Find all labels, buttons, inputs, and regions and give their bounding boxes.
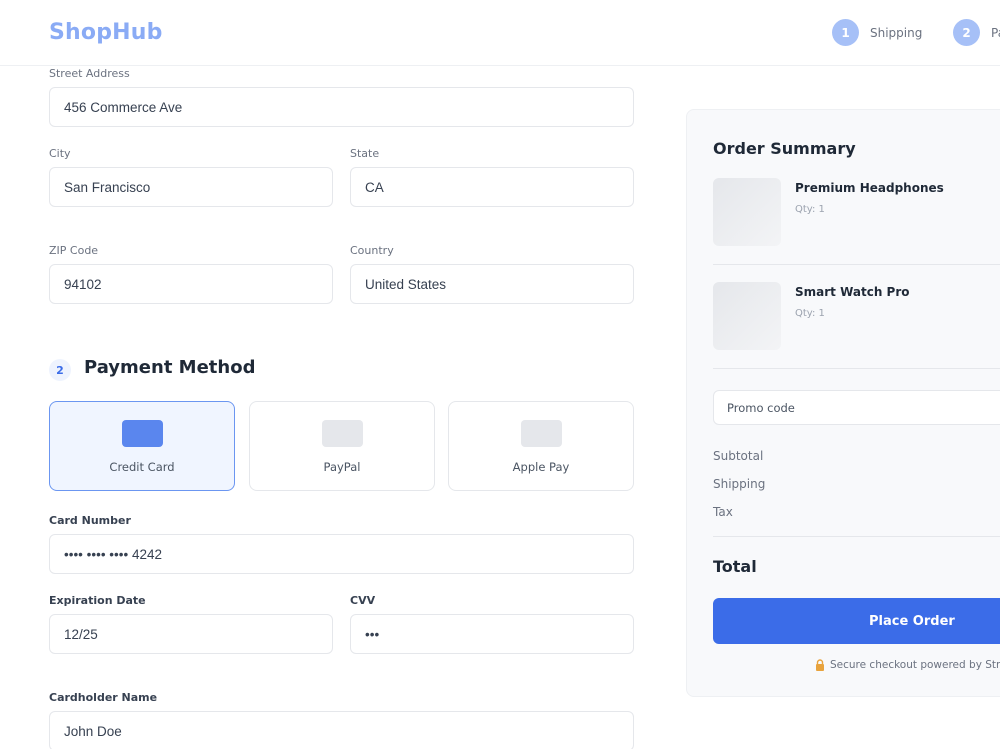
zip-input[interactable]: 94102 [49, 264, 333, 304]
payment-option-label: Credit Card [109, 460, 175, 474]
payment-option-credit-card[interactable]: Credit Card [49, 401, 235, 491]
payment-option-label: Apple Pay [512, 460, 570, 474]
expiration-input[interactable]: 12/25 [49, 614, 333, 654]
step-payment[interactable]: 2 Pa [953, 19, 1000, 46]
item-qty: Qty: 1 [795, 204, 825, 215]
cvv-input[interactable]: ••• [350, 614, 634, 654]
card-number-label: Card Number [49, 514, 131, 527]
section-number: 2 [49, 359, 71, 381]
secure-checkout-note: Secure checkout powered by Stripe [815, 659, 1000, 671]
payment-option-paypal[interactable]: PayPal [249, 401, 435, 491]
payment-option-apple-pay[interactable]: Apple Pay [448, 401, 634, 491]
state-label: State [350, 147, 380, 160]
item-name: Premium Headphones [795, 181, 944, 195]
expiration-label: Expiration Date [49, 594, 146, 607]
cvv-label: CVV [350, 594, 376, 607]
country-select[interactable]: United States [350, 264, 634, 304]
city-input[interactable]: San Francisco [49, 167, 333, 207]
divider [713, 536, 1000, 537]
cardholder-input[interactable]: John Doe [49, 711, 634, 749]
promo-code-input[interactable]: Promo code [713, 390, 1000, 425]
apple-pay-icon [521, 420, 562, 447]
state-input[interactable]: CA [350, 167, 634, 207]
payment-option-label: PayPal [323, 460, 361, 474]
street-input[interactable]: 456 Commerce Ave [49, 87, 634, 127]
street-label: Street Address [49, 67, 130, 80]
step-number: 1 [832, 19, 859, 46]
paypal-icon [322, 420, 363, 447]
step-label: Shipping [870, 25, 923, 40]
divider [713, 368, 1000, 369]
credit-card-icon [122, 420, 163, 447]
order-summary-title: Order Summary [713, 139, 856, 158]
cardholder-label: Cardholder Name [49, 691, 158, 704]
item-qty: Qty: 1 [795, 308, 825, 319]
subtotal-label: Subtotal [713, 449, 764, 463]
secure-text: Secure checkout powered by Stripe [830, 659, 1000, 671]
zip-label: ZIP Code [49, 244, 99, 257]
tax-label: Tax [713, 505, 733, 519]
step-label: Pa [991, 25, 1000, 40]
logo[interactable]: ShopHub [49, 20, 163, 45]
total-label: Total [713, 557, 757, 576]
step-number: 2 [953, 19, 980, 46]
card-number-input[interactable]: •••• •••• •••• 4242 [49, 534, 634, 574]
city-label: City [49, 147, 71, 160]
country-label: Country [350, 244, 394, 257]
place-order-button[interactable]: Place Order [713, 598, 1000, 644]
header: ShopHub 1 Shipping 2 Pa [0, 0, 1000, 66]
product-thumbnail [713, 282, 781, 350]
shipping-cost-label: Shipping [713, 477, 766, 491]
product-thumbnail [713, 178, 781, 246]
item-name: Smart Watch Pro [795, 285, 910, 299]
step-shipping[interactable]: 1 Shipping [832, 19, 922, 46]
divider [713, 264, 1000, 265]
payment-section-title: Payment Method [84, 357, 256, 378]
lock-icon [816, 659, 824, 671]
